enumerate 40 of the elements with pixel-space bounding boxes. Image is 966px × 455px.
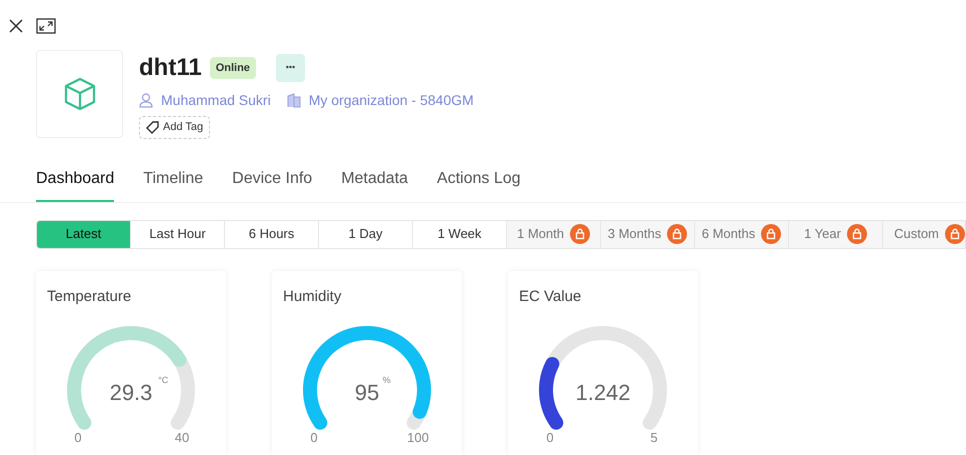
lock-icon	[944, 224, 965, 244]
range-button[interactable]: 1 Month	[507, 220, 601, 248]
tab[interactable]: Metadata	[341, 166, 408, 202]
building-icon	[286, 93, 301, 108]
gauge-title: Humidity	[282, 286, 342, 306]
add-tag-button[interactable]: Add Tag	[139, 116, 210, 138]
tab[interactable]: Actions Log	[436, 166, 521, 202]
gauge-unit: °C	[158, 375, 168, 385]
gauge-title: Temperature	[46, 286, 132, 306]
tab[interactable]: Timeline	[143, 166, 204, 202]
range-button[interactable]: 1 Year	[789, 220, 883, 248]
close-icon[interactable]	[8, 18, 24, 34]
lock-icon	[846, 224, 867, 244]
tab[interactable]: Device Info	[232, 166, 312, 202]
gauge-min: 0	[546, 430, 554, 445]
gauge-unit: %	[382, 375, 391, 385]
tag-icon	[146, 120, 159, 134]
range-button[interactable]: 6 Months	[695, 220, 789, 248]
cube-icon	[64, 77, 96, 111]
user-icon	[139, 93, 153, 108]
gauge-min: 0	[74, 430, 82, 445]
gauge-max: 40	[174, 430, 190, 445]
gauge-value: 29.3	[110, 380, 152, 405]
device-name: dht11	[139, 53, 202, 83]
lock-icon	[667, 224, 688, 244]
lock-icon	[761, 224, 782, 244]
range-button[interactable]: 3 Months	[601, 220, 695, 248]
status-badge: Online	[210, 56, 256, 80]
range-button[interactable]: Latest	[37, 220, 131, 248]
gauge-max: 5	[650, 430, 658, 445]
gauge-value: 1.242	[575, 380, 631, 405]
expand-icon[interactable]	[36, 18, 56, 34]
gauge-min: 0	[310, 430, 318, 445]
gauge-value: 95	[354, 380, 380, 405]
range-button[interactable]: Custom	[883, 220, 965, 248]
tab[interactable]: Dashboard	[36, 166, 114, 202]
gauge-title: EC Value	[518, 286, 582, 306]
lock-icon	[570, 224, 590, 244]
more-button[interactable]: •••	[276, 54, 305, 82]
gauge-max: 100	[407, 430, 429, 445]
